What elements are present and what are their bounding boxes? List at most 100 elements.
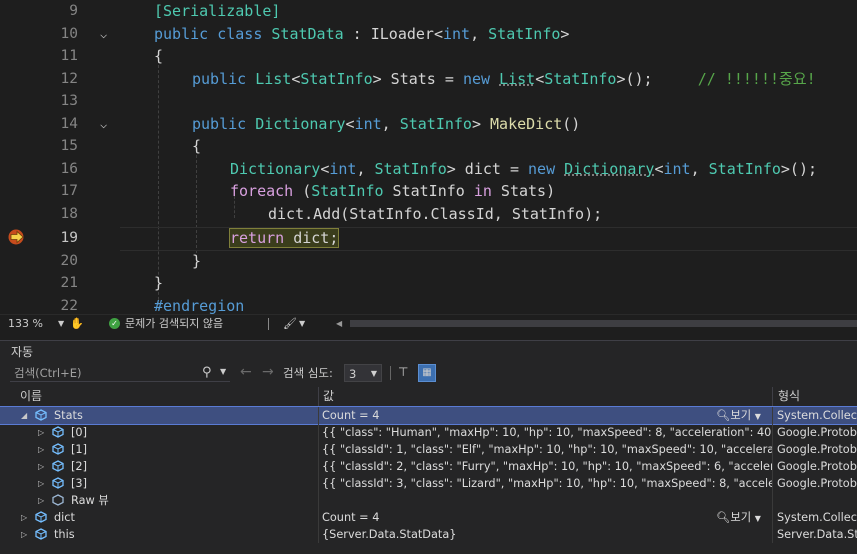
property-icon <box>52 477 64 489</box>
column-divider <box>772 475 773 492</box>
column-divider <box>318 407 319 424</box>
property-icon <box>35 409 47 421</box>
expand-triangle-icon[interactable]: ▷ <box>38 458 44 475</box>
autos-window: 자동 검색(Ctrl+E) ⚲ ▼ ← → 검색 심도: 3 ▼ ⊤ ▦ 이름 값… <box>0 340 857 554</box>
column-divider[interactable] <box>772 387 773 406</box>
column-divider <box>772 424 773 441</box>
line-number: 21 <box>60 275 78 291</box>
expand-triangle-icon[interactable]: ▷ <box>21 509 27 526</box>
variable-value: {{ "classId": 2, "class": "Furry", "maxH… <box>322 460 772 473</box>
column-divider <box>318 424 319 441</box>
raw-view-icon <box>52 494 64 506</box>
column-divider <box>318 441 319 458</box>
line-number: 9 <box>69 3 78 19</box>
variable-name: this <box>54 528 75 541</box>
view-label: 보기 <box>730 409 752 422</box>
scroll-left-icon[interactable]: ◀ <box>336 315 342 333</box>
variable-name: [1] <box>71 443 88 456</box>
zoom-level[interactable]: 133 % <box>8 315 43 333</box>
fold-chevron-icon[interactable]: ⌵ <box>100 23 114 46</box>
chevron-down-icon: ▼ <box>754 514 761 523</box>
code-line: Dictionary<int, StatInfo> dict = new Dic… <box>230 159 818 178</box>
header-type[interactable]: 형식 <box>778 387 800 406</box>
line-number: 17 <box>60 183 78 199</box>
brush-icon[interactable]: 🖌 <box>283 315 297 333</box>
code-line: } <box>154 274 164 292</box>
code-line: [Serializable] <box>154 2 281 20</box>
line-number: 10 <box>60 25 78 42</box>
view-button[interactable]: 🔍︎보기 ▼ <box>716 407 761 425</box>
code-line: foreach (StatInfo StatInfo in Stats) <box>230 182 556 200</box>
header-value[interactable]: 값 <box>323 387 334 406</box>
property-icon <box>52 460 64 472</box>
local-variable-icon <box>35 528 47 540</box>
property-icon <box>52 443 64 455</box>
column-divider <box>318 458 319 475</box>
collapse-triangle-icon[interactable]: ◢ <box>21 407 27 424</box>
variable-value: Count = 4 <box>322 511 380 524</box>
code-line: { <box>154 47 164 65</box>
variable-value: Count = 4 <box>322 409 380 422</box>
table-row[interactable]: ▷ Raw 뷰 <box>0 492 857 509</box>
search-input[interactable]: 검색(Ctrl+E) <box>10 364 230 382</box>
expand-triangle-icon[interactable]: ▷ <box>38 475 44 492</box>
line-number: 20 <box>60 252 78 269</box>
expand-triangle-icon[interactable]: ▷ <box>21 526 27 543</box>
divider <box>390 366 391 380</box>
chevron-down-icon[interactable]: ▼ <box>220 362 226 382</box>
column-divider <box>772 492 773 509</box>
chevron-down-icon: ▼ <box>754 412 761 421</box>
table-row[interactable]: ▷ [2] {{ "classId": 2, "class": "Furry",… <box>0 458 857 475</box>
editor-statusbar: 133 % ▼ ✋ ✓ 문제가 검색되지 않음 🖌 ▼ ◀ <box>0 314 857 333</box>
line-number: 16 <box>60 160 78 177</box>
column-divider <box>318 492 319 509</box>
search-icon[interactable]: ⚲ <box>202 363 212 383</box>
fold-chevron-icon[interactable]: ⌵ <box>100 113 114 136</box>
column-divider <box>772 509 773 526</box>
table-row[interactable]: ▷ [0] {{ "class": "Human", "maxHp": 10, … <box>0 424 857 441</box>
depth-select[interactable]: 3 ▼ <box>344 364 382 382</box>
line-number: 12 <box>60 70 78 87</box>
copilot-icon[interactable]: ✋ <box>70 315 84 333</box>
magnifier-icon: 🔍︎ <box>716 511 731 524</box>
expand-triangle-icon[interactable]: ▷ <box>38 424 44 441</box>
table-row[interactable]: ▷ [1] {{ "classId": 1, "class": "Elf", "… <box>0 441 857 458</box>
back-arrow-icon[interactable]: ← <box>240 362 252 382</box>
view-button[interactable]: 🔍︎보기 ▼ <box>716 509 761 527</box>
code-editor[interactable]: 9 [Serializable] 10 ⌵ public class StatD… <box>0 0 857 314</box>
pin-icon[interactable]: ⊤ <box>398 362 408 382</box>
table-row[interactable]: ◢ Stats Count = 4 🔍︎보기 ▼ System.Collecti <box>0 406 857 425</box>
chevron-down-icon[interactable]: ▼ <box>299 315 305 333</box>
line-number: 18 <box>60 205 78 222</box>
property-icon <box>52 426 64 438</box>
column-headers: 이름 값 형식 <box>0 387 857 407</box>
column-divider <box>318 475 319 492</box>
table-row[interactable]: ▷ [3] {{ "classId": 3, "class": "Lizard"… <box>0 475 857 492</box>
table-row[interactable]: ▷ dict Count = 4 🔍︎보기 ▼ System.Collecti <box>0 509 857 526</box>
expand-triangle-icon[interactable]: ▷ <box>38 441 44 458</box>
depth-label: 검색 심도: <box>283 366 333 380</box>
variable-name: [0] <box>71 426 88 439</box>
line-number: 15 <box>60 138 78 154</box>
chevron-down-icon[interactable]: ▼ <box>58 315 64 333</box>
magnifier-icon: 🔍︎ <box>716 409 731 422</box>
variable-type: Google.Protobu <box>777 443 857 456</box>
issues-status[interactable]: 문제가 검색되지 않음 <box>125 315 223 333</box>
expand-triangle-icon[interactable]: ▷ <box>38 492 44 509</box>
code-line: dict.Add(StatInfo.ClassId, StatInfo); <box>268 204 603 223</box>
code-line: public Dictionary<int, StatInfo> MakeDic… <box>192 114 581 133</box>
grid-view-icon[interactable]: ▦ <box>418 364 436 382</box>
header-name[interactable]: 이름 <box>20 387 42 406</box>
variable-type: Server.Data.Stat <box>777 528 857 541</box>
variable-name: [3] <box>71 477 88 490</box>
table-row[interactable]: ▷ this {Server.Data.StatData} Server.Dat… <box>0 526 857 543</box>
column-divider[interactable] <box>318 387 319 406</box>
line-number: 11 <box>60 48 78 64</box>
variable-name: [2] <box>71 460 88 473</box>
code-line: #endregion <box>154 296 245 315</box>
forward-arrow-icon[interactable]: → <box>262 362 274 382</box>
check-icon: ✓ <box>109 318 120 329</box>
column-divider <box>772 458 773 475</box>
horizontal-scrollbar[interactable] <box>350 320 857 327</box>
autos-toolbar: 검색(Ctrl+E) ⚲ ▼ ← → 검색 심도: 3 ▼ ⊤ ▦ <box>0 361 857 387</box>
